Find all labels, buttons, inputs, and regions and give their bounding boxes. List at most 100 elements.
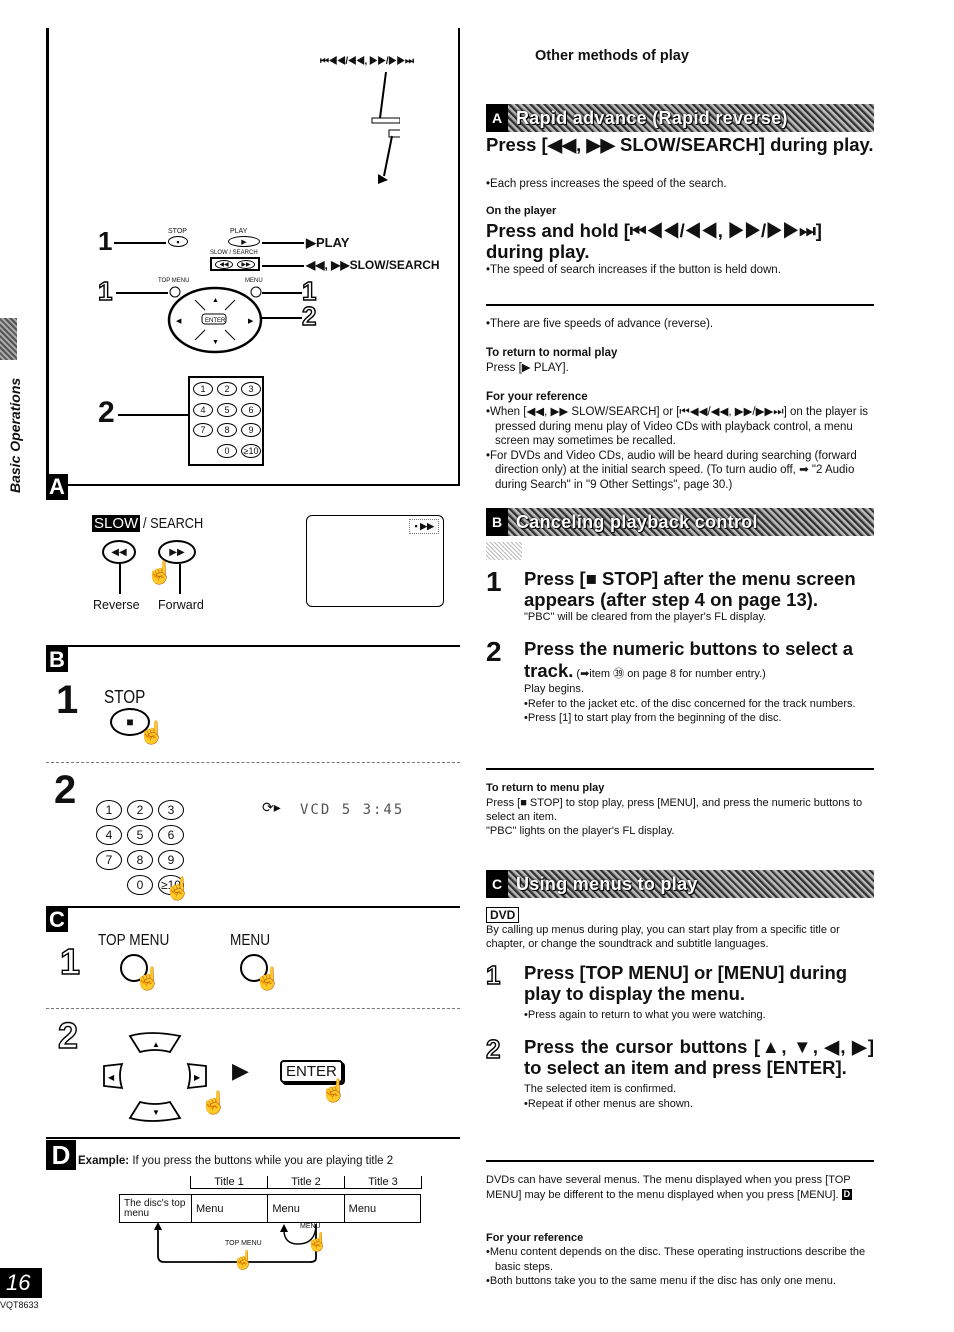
section-a-step-note: •Each press increases the speed of the s… xyxy=(486,178,727,190)
player-play-button xyxy=(388,129,400,138)
step-number: 1 xyxy=(486,566,502,597)
menu-cell: Menu xyxy=(343,1194,422,1223)
numeric-key: 1 xyxy=(96,800,122,820)
step-heading: Press [TOP MENU] or [MENU] during play t… xyxy=(524,962,848,1004)
step-note: •Refer to the jacket etc. of the disc co… xyxy=(524,697,856,710)
pressing-hand-icon: ☝ xyxy=(254,966,282,991)
remote-play-button: ▶ xyxy=(228,236,260,247)
dvd-badge-label: DVD xyxy=(486,907,520,923)
fl-display-readout: VCD 5 3:45 xyxy=(300,802,405,818)
section-b-step-1: 1 xyxy=(56,678,79,722)
return-menu-heading: To return to menu play xyxy=(486,782,605,794)
numeric-key: 4 xyxy=(193,402,213,417)
numeric-key: 7 xyxy=(96,850,122,870)
numeric-key: 6 xyxy=(158,825,184,845)
step-divider xyxy=(46,1008,460,1009)
numeric-key: 3 xyxy=(158,800,184,820)
remote-menu-button xyxy=(250,286,262,298)
section-c-divider xyxy=(486,1160,874,1162)
section-c-banner: C Using menus to play xyxy=(486,870,874,898)
numeric-key: 9 xyxy=(158,850,184,870)
step-note: •Press again to return to what you were … xyxy=(524,1009,766,1021)
svg-text:▼: ▼ xyxy=(152,1108,160,1117)
page-heading: Other methods of play xyxy=(535,48,689,64)
callout-slow-search-label: ◀◀, ▶▶SLOW/SEARCH xyxy=(306,258,440,272)
callout-step-1-outline: 1 xyxy=(97,276,113,306)
section-c-letter: C xyxy=(486,870,508,898)
menus-note-text: DVDs can have several menus. The menu di… xyxy=(486,1174,851,1201)
section-a-letter: A xyxy=(486,104,508,132)
svg-text:▶: ▶ xyxy=(194,1073,201,1082)
forward-label: Forward xyxy=(158,598,204,612)
pressing-hand-icon: ☝ xyxy=(320,1078,348,1103)
cursor-left-icon: ◀ xyxy=(176,318,182,325)
section-a-reference-list: •When [◀◀, ▶▶ SLOW/SEARCH] or [⏮◀◀/◀◀, ▶… xyxy=(486,405,874,492)
return-menu-line: "PBC" lights on the player's FL display. xyxy=(486,825,675,837)
numeric-key: 7 xyxy=(193,423,213,437)
step-note: •Press [1] to start play from the beginn… xyxy=(524,712,782,724)
cursor-right-icon: ▶ xyxy=(248,318,254,325)
step-note: "PBC" will be cleared from the player's … xyxy=(524,611,767,623)
numeric-key: 9 xyxy=(241,423,261,437)
section-a-step-heading: Press [◀◀, ▶▶ SLOW/SEARCH] during play. xyxy=(486,134,874,155)
pressing-hand-icon: ☝ xyxy=(306,1232,329,1252)
numeric-key: 3 xyxy=(241,382,261,396)
menu-label: MENU xyxy=(230,932,271,949)
step-note: Play begins. xyxy=(524,683,584,695)
section-a-divider xyxy=(486,304,874,306)
section-c-step-1: 1 xyxy=(59,941,81,982)
remote-reverse-button: ◀◀ xyxy=(215,260,233,269)
svg-text:▲: ▲ xyxy=(152,1040,160,1049)
play-arrow-icon xyxy=(378,174,388,184)
pressing-hand-icon: ☝ xyxy=(134,966,162,991)
on-player-label: On the player xyxy=(486,205,557,217)
menu-cell: Menu xyxy=(267,1194,345,1223)
numeric-key: 2 xyxy=(127,800,153,820)
section-c-top-rule xyxy=(46,906,460,908)
slow-search-small-label: SLOW / SEARCH xyxy=(210,250,258,256)
numeric-key: 8 xyxy=(217,423,237,437)
title-label: Title 2 xyxy=(267,1176,344,1188)
section-b-title: Canceling playback control xyxy=(516,511,758,532)
section-c-intro: By calling up menus during play, you can… xyxy=(486,924,840,950)
reverse-button: ◀◀ xyxy=(102,540,136,564)
section-tab-marker xyxy=(0,318,17,360)
pressing-hand-icon: ☝ xyxy=(164,876,192,901)
section-a-banner: A Rapid advance (Rapid reverse) xyxy=(486,104,874,132)
numeric-key: 0 xyxy=(217,443,237,458)
callout-step-1: 1 xyxy=(98,226,113,256)
reference-item: •Menu content depends on the disc. These… xyxy=(486,1246,866,1273)
step-number: 2 xyxy=(486,636,502,667)
top-menu-cell: The disc's top menu xyxy=(119,1194,192,1223)
top-menu-label: TOP MENU xyxy=(98,932,170,949)
remote-numeric-keypad: 1 2 3 4 5 6 7 8 9 0 ≥10 xyxy=(188,376,264,466)
section-b-divider xyxy=(486,768,874,770)
vcd-badge-faint xyxy=(486,542,522,560)
numeric-key: 2 xyxy=(217,382,237,396)
numeric-key: ≥10 xyxy=(241,443,261,458)
section-b-top-rule xyxy=(46,645,460,647)
reverse-pointer-line xyxy=(119,564,121,594)
player-step-note: •The speed of search increases if the bu… xyxy=(486,264,781,276)
section-d-badge: D xyxy=(46,1140,76,1170)
numeric-key: 0 xyxy=(127,875,153,895)
return-menu-text: Press [■ STOP] to stop play, press [MENU… xyxy=(486,796,874,838)
player-button-callout xyxy=(371,71,400,184)
diagram-frame-right xyxy=(458,28,460,486)
reference-item: •Both buttons take you to the same menu … xyxy=(486,1275,836,1287)
slow-tag: SLOW xyxy=(92,515,141,532)
remote-slow-search-group: ◀◀ ▶▶ xyxy=(210,257,260,271)
diagram-frame-left xyxy=(46,28,49,484)
tv-screen: ▪ ▶▶ xyxy=(306,515,444,607)
numeric-key: 8 xyxy=(127,850,153,870)
step-note: •Repeat if other menus are shown. xyxy=(524,1097,693,1110)
cursor-up-icon: ▲ xyxy=(212,297,219,304)
reference-item: •When [◀◀, ▶▶ SLOW/SEARCH] or [⏮◀◀/◀◀, ▶… xyxy=(486,406,869,447)
reference-item: •For DVDs and Video CDs, audio will be h… xyxy=(486,449,857,491)
section-c-reference-heading: For your reference xyxy=(486,1232,584,1244)
step-number: 1 xyxy=(485,960,501,990)
return-normal-heading: To return to normal play xyxy=(486,347,618,359)
player-step-heading: Press and hold [⏮◀◀/◀◀, ▶▶/▶▶⏭] during p… xyxy=(486,220,822,262)
pressing-hand-icon: ☝ xyxy=(146,560,174,585)
reverse-label: Reverse xyxy=(93,598,140,612)
